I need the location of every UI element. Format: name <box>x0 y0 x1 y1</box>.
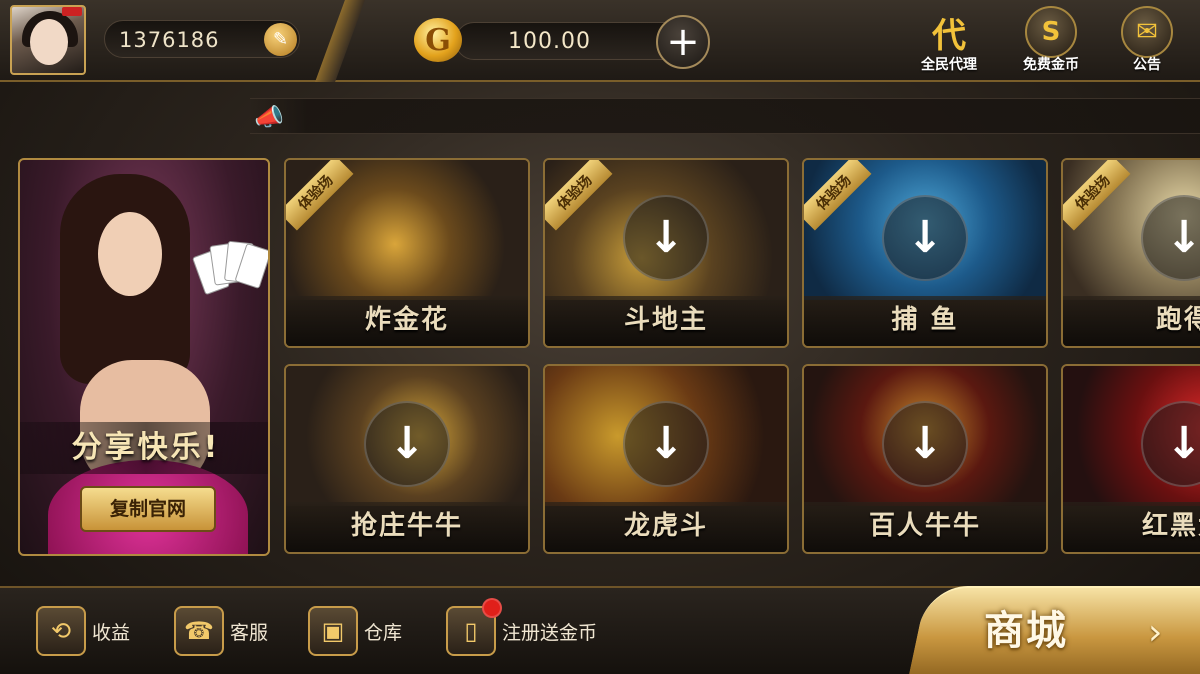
gold-coin-icon: G <box>414 18 462 62</box>
game-title: 跑得 <box>1063 296 1200 346</box>
avatar[interactable] <box>10 5 86 75</box>
game-title: 斗地主 <box>545 296 787 346</box>
promo-banner[interactable]: 分享快乐! 复制官网 <box>18 158 270 556</box>
notice-bar: 📣 <box>250 98 1200 134</box>
game-tile-hongheida[interactable]: ↓ 红黑大 <box>1061 364 1200 554</box>
coin-balance: 100.00 <box>508 29 591 54</box>
refresh-icon: ⟲ <box>36 606 86 656</box>
user-id-box: 1376186 ✎ <box>104 20 300 58</box>
agent-label: 全民代理 <box>921 57 977 73</box>
customer-service-button[interactable]: ☎ 客服 <box>174 606 268 656</box>
game-tile-zhajinhua[interactable]: 体验场 炸金花 <box>284 158 530 348</box>
edit-icon[interactable]: ✎ <box>264 23 297 56</box>
customer-service-label: 客服 <box>230 621 269 644</box>
register-bonus-button[interactable]: ▯ 注册送金币 <box>446 598 598 656</box>
game-grid: 体验场 炸金花 体验场 ↓ 斗地主 体验场 ↓ 捕 鱼 体验场 ↓ 跑得 ↓ 抢… <box>284 158 1200 556</box>
register-bonus-label: 注册送金币 <box>502 621 598 644</box>
game-title: 龙虎斗 <box>545 502 787 552</box>
game-title: 红黑大 <box>1063 502 1200 552</box>
earnings-button[interactable]: ⟲ 收益 <box>36 606 130 656</box>
coin-dollar-icon: S <box>1025 6 1077 58</box>
announcement-label: 公告 <box>1133 57 1161 73</box>
game-tile-paodekuai[interactable]: 体验场 ↓ 跑得 <box>1061 158 1200 348</box>
game-tile-bairenniuniu[interactable]: ↓ 百人牛牛 <box>802 364 1048 554</box>
game-tile-qiangzhuangniuniu[interactable]: ↓ 抢庄牛牛 <box>284 364 530 554</box>
agent-icon: 代 <box>932 15 966 56</box>
earnings-label: 收益 <box>92 621 131 644</box>
horn-icon: 📣 <box>254 103 284 131</box>
game-tile-longhudou[interactable]: ↓ 龙虎斗 <box>543 364 789 554</box>
game-tile-doudizhu[interactable]: 体验场 ↓ 斗地主 <box>543 158 789 348</box>
notification-dot <box>482 598 502 618</box>
chevron-right-icon[interactable]: › <box>1148 612 1162 653</box>
promo-model-face <box>98 212 162 296</box>
warehouse-button[interactable]: ▣ 仓库 <box>308 606 402 656</box>
download-icon[interactable]: ↓ <box>623 401 709 487</box>
game-title: 抢庄牛牛 <box>286 502 528 552</box>
phone-glyph: ▯ <box>464 617 478 645</box>
headset-icon: ☎ <box>174 606 224 656</box>
lobby-screen: 1376186 ✎ 100.00 G + 代 全民代理 S 免费金币 ✉ 公告 … <box>0 0 1200 674</box>
download-icon[interactable]: ↓ <box>364 401 450 487</box>
add-coins-button[interactable]: + <box>656 15 710 69</box>
mail-icon: ✉ <box>1121 6 1173 58</box>
free-coins-button[interactable]: S 免费金币 <box>1016 6 1086 78</box>
shop-label[interactable]: 商城 <box>984 598 1068 656</box>
safe-icon: ▣ <box>308 606 358 656</box>
agent-button[interactable]: 代 全民代理 <box>914 6 984 78</box>
free-coins-label: 免费金币 <box>1023 57 1079 73</box>
phone-icon: ▯ <box>446 598 502 656</box>
download-icon[interactable]: ↓ <box>882 195 968 281</box>
playing-cards-icon <box>191 238 268 298</box>
vip-badge <box>62 7 82 16</box>
user-id: 1376186 <box>119 28 220 52</box>
game-title: 炸金花 <box>286 296 528 346</box>
avatar-face <box>30 19 68 65</box>
game-tile-buyu[interactable]: 体验场 ↓ 捕 鱼 <box>802 158 1048 348</box>
promo-title: 分享快乐! <box>20 422 268 474</box>
download-icon[interactable]: ↓ <box>623 195 709 281</box>
game-title: 捕 鱼 <box>804 296 1046 346</box>
game-title: 百人牛牛 <box>804 502 1046 552</box>
warehouse-label: 仓库 <box>364 621 403 644</box>
announcement-button[interactable]: ✉ 公告 <box>1112 6 1182 78</box>
download-icon[interactable]: ↓ <box>882 401 968 487</box>
copy-website-button[interactable]: 复制官网 <box>80 486 216 532</box>
